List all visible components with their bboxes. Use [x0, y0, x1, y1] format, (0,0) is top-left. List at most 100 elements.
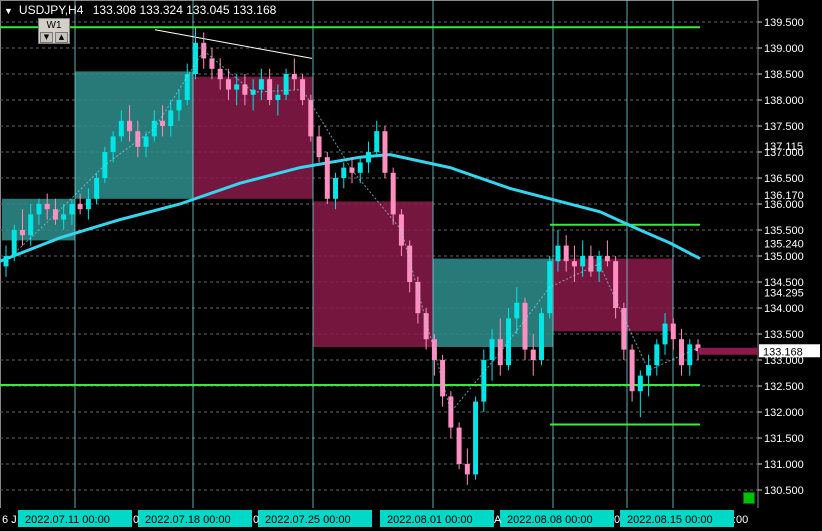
- price-label: 131.500: [764, 433, 804, 445]
- time-label: 2022.08.01 00:00: [387, 514, 473, 526]
- price-label: 136.500: [764, 173, 804, 185]
- time-label: 2022.08.08 00:00: [507, 514, 593, 526]
- candle-body: [168, 110, 174, 126]
- time-label: 2022.08.15 00:00: [627, 514, 713, 526]
- chart-header: ▼ USDJPY,H4 133.308 133.324 133.045 133.1…: [4, 3, 276, 17]
- candle-body: [407, 245, 413, 282]
- candle-body: [176, 100, 182, 111]
- candle-body: [69, 204, 75, 215]
- time-edge-right: :00: [733, 514, 748, 526]
- candle-body: [489, 339, 495, 360]
- trendline-segment[interactable]: [154, 29, 313, 59]
- candle-body: [382, 131, 388, 173]
- candle-body: [390, 172, 396, 215]
- candle-body: [514, 302, 520, 319]
- candle-body: [44, 204, 50, 210]
- candle-body: [580, 256, 586, 267]
- candle-body: [654, 344, 660, 366]
- trendline[interactable]: [154, 29, 313, 59]
- candle-body: [234, 84, 240, 90]
- candle-body: [275, 94, 281, 100]
- timeframe-label: W1: [46, 20, 62, 31]
- high-value: 133.324: [139, 3, 183, 17]
- candle-body: [629, 349, 635, 392]
- level-price-label: 136.170: [764, 190, 804, 202]
- autoscroll-indicator-icon[interactable]: [743, 492, 755, 504]
- candle-body: [687, 344, 693, 366]
- triangle-up-icon[interactable]: ▲: [55, 32, 68, 43]
- price-label: 130.500: [764, 485, 804, 497]
- candle-body: [662, 323, 668, 345]
- candle-body: [77, 204, 83, 210]
- candle-body: [127, 120, 133, 132]
- level-price-label: 134.295: [764, 288, 804, 300]
- candle-body: [621, 308, 627, 350]
- candle-body: [670, 323, 676, 340]
- candle-body: [333, 178, 339, 199]
- triangle-down-icon[interactable]: ▼: [40, 32, 53, 43]
- candle-body: [110, 136, 116, 152]
- level-price-label: 135.240: [764, 239, 804, 251]
- candle-body: [555, 245, 561, 262]
- price-label: 139.500: [764, 17, 804, 29]
- weekly-box: [313, 201, 433, 347]
- candle-body: [613, 261, 619, 308]
- price-label: 132.000: [764, 407, 804, 419]
- menu-triangle-icon[interactable]: ▼: [4, 6, 13, 16]
- weekly-box: [433, 258, 553, 347]
- candle-body: [563, 245, 569, 262]
- candle-body: [341, 167, 347, 178]
- candle-body: [217, 68, 223, 80]
- candle-body: [283, 74, 289, 95]
- price-label: 133.500: [764, 329, 804, 341]
- symbol-label: USDJPY,H4: [18, 3, 84, 17]
- price-label: 135.000: [764, 251, 804, 263]
- candle-body: [201, 42, 207, 59]
- candle-body: [530, 349, 536, 360]
- candle-body: [571, 261, 577, 267]
- candle-body: [604, 256, 610, 262]
- candle-body: [258, 79, 264, 90]
- candle-body: [456, 427, 462, 464]
- candle-body: [365, 152, 371, 163]
- candle-body: [522, 302, 528, 350]
- open-value: 133.308: [92, 3, 137, 17]
- weekly-box: [75, 71, 193, 199]
- time-separator: 0: [614, 514, 620, 526]
- time-label: 2022.07.11 00:00: [25, 514, 110, 526]
- candle-body: [464, 464, 470, 475]
- time-label: 2022.07.25 00:00: [265, 514, 351, 526]
- timeframe-switcher[interactable]: W1 ▼ ▲: [38, 18, 70, 44]
- price-label: 134.000: [764, 303, 804, 315]
- candle-body: [118, 120, 124, 137]
- price-label: 137.500: [764, 121, 804, 133]
- candle-body: [225, 79, 231, 90]
- candle-body: [36, 204, 42, 215]
- candle-body: [143, 136, 149, 147]
- time-separator: 0: [133, 514, 139, 526]
- candle-body: [679, 339, 685, 366]
- price-label: 132.500: [764, 381, 804, 393]
- weekly-boxes: [2, 71, 673, 347]
- candle-body: [94, 178, 100, 199]
- candle-body: [28, 214, 34, 236]
- weekly-box: [553, 258, 673, 332]
- candle-body: [415, 282, 421, 314]
- price-chart[interactable]: 139.500139.000138.500138.000137.500137.0…: [0, 0, 822, 531]
- time-axis[interactable]: 6 J 2022.07.11 00:00 2022.07.18 00:00 2022.…: [0, 508, 822, 531]
- candle-body: [209, 58, 215, 69]
- price-label: 138.000: [764, 95, 804, 107]
- price-label: 138.500: [764, 69, 804, 81]
- candle-body: [473, 401, 479, 475]
- candle-body: [538, 313, 544, 360]
- candle-body: [637, 375, 643, 392]
- candle-body: [291, 74, 297, 80]
- low-value: 133.045: [186, 3, 230, 17]
- price-axis[interactable]: 139.500139.000138.500138.000137.500137.0…: [698, 17, 820, 497]
- candle-body: [85, 198, 91, 210]
- candle-body: [440, 360, 446, 397]
- candle-body: [151, 120, 157, 137]
- candle-body: [19, 230, 25, 236]
- candle-body: [184, 74, 190, 100]
- candle-body: [324, 157, 330, 199]
